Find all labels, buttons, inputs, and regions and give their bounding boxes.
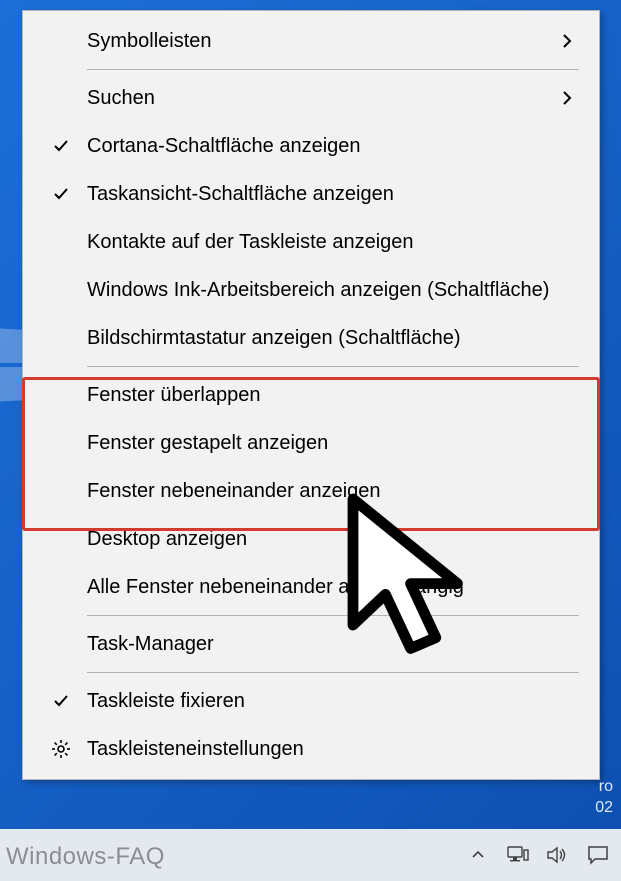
menu-item[interactable]: Fenster überlappen: [23, 371, 599, 419]
menu-item[interactable]: Taskleiste fixieren: [23, 677, 599, 725]
taskbar: [0, 829, 621, 881]
tray-action-center-icon[interactable]: [585, 842, 611, 868]
check-icon: [43, 137, 79, 155]
tray-volume-icon[interactable]: [545, 842, 571, 868]
check-icon: [43, 692, 79, 710]
menu-item[interactable]: Bildschirmtastatur anzeigen (Schaltfläch…: [23, 314, 599, 362]
menu-item-label: Windows Ink-Arbeitsbereich anzeigen (Sch…: [79, 279, 555, 302]
menu-item-label: Kontakte auf der Taskleiste anzeigen: [79, 231, 555, 254]
menu-item[interactable]: Fenster nebeneinander anzeigen: [23, 467, 599, 515]
menu-item-label: Alle Fenster nebeneinander an rückgängig: [79, 576, 555, 599]
menu-item-label: Symbolleisten: [79, 30, 555, 53]
menu-item-label: Cortana-Schaltfläche anzeigen: [79, 135, 555, 158]
menu-item[interactable]: Taskleisteneinstellungen: [23, 725, 599, 773]
chevron-right-icon: [555, 32, 579, 50]
menu-item[interactable]: Symbolleisten: [23, 17, 599, 65]
menu-item[interactable]: Kontakte auf der Taskleiste anzeigen: [23, 218, 599, 266]
menu-item-label: Suchen: [79, 87, 555, 110]
menu-separator: [87, 69, 579, 70]
menu-item-label: Fenster gestapelt anzeigen: [79, 432, 555, 455]
menu-item-label: Bildschirmtastatur anzeigen (Schaltfläch…: [79, 327, 555, 350]
tray-show-hidden-icons[interactable]: [465, 842, 491, 868]
tray-network-icon[interactable]: [505, 842, 531, 868]
menu-separator: [87, 615, 579, 616]
menu-item-label: Fenster nebeneinander anzeigen: [79, 480, 555, 503]
menu-item-label: Taskleiste fixieren: [79, 690, 555, 713]
menu-item[interactable]: Fenster gestapelt anzeigen: [23, 419, 599, 467]
menu-item[interactable]: Alle Fenster nebeneinander an rückgängig: [23, 563, 599, 611]
menu-item[interactable]: Taskansicht-Schaltfläche anzeigen: [23, 170, 599, 218]
menu-separator: [87, 672, 579, 673]
check-icon: [43, 185, 79, 203]
menu-item-label: Taskansicht-Schaltfläche anzeigen: [79, 183, 555, 206]
menu-item[interactable]: Desktop anzeigen: [23, 515, 599, 563]
menu-item-label: Task-Manager: [79, 633, 555, 656]
gear-icon: [43, 739, 79, 759]
menu-separator: [87, 366, 579, 367]
menu-item-label: Desktop anzeigen: [79, 528, 555, 551]
taskbar-context-menu: Symbolleisten Suchen Cortana-Schaltfläche …: [22, 10, 600, 780]
menu-item[interactable]: Suchen: [23, 74, 599, 122]
menu-item[interactable]: Windows Ink-Arbeitsbereich anzeigen (Sch…: [23, 266, 599, 314]
menu-item[interactable]: Task-Manager: [23, 620, 599, 668]
menu-item-label: Taskleisteneinstellungen: [79, 738, 555, 761]
chevron-right-icon: [555, 89, 579, 107]
menu-item[interactable]: Cortana-Schaltfläche anzeigen: [23, 122, 599, 170]
menu-item-label: Fenster überlappen: [79, 384, 555, 407]
